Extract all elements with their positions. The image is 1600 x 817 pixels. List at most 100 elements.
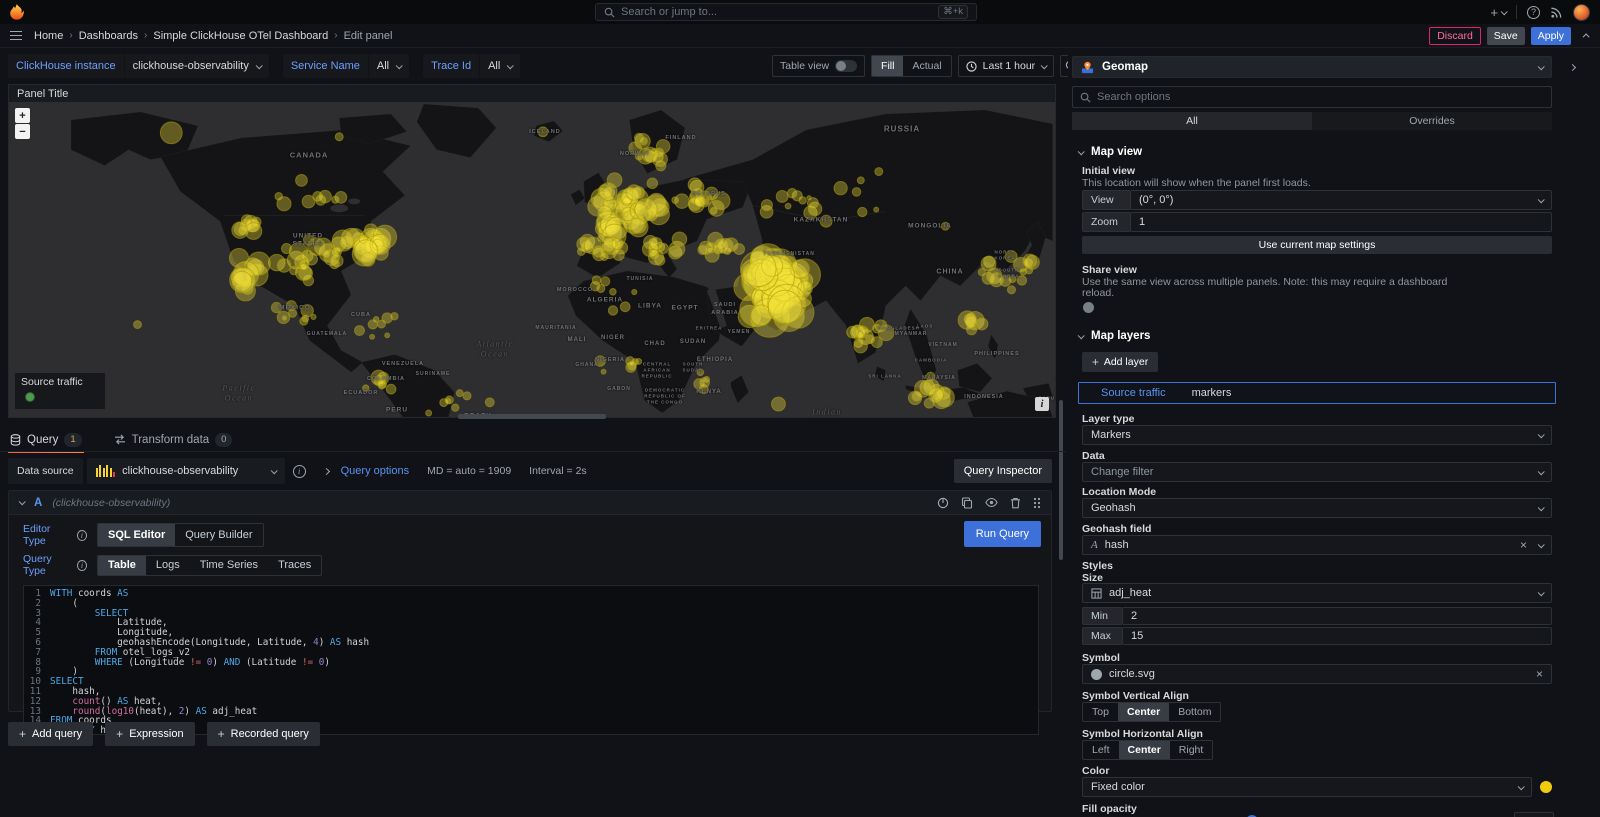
logs-option[interactable]: Logs (146, 556, 190, 575)
geohash-field-label: Geohash field (1082, 523, 1151, 535)
horizontal-scrollbar[interactable] (458, 414, 606, 419)
map-zoom-out-button[interactable]: − (15, 124, 30, 139)
visualization-name: Geomap (1102, 61, 1148, 73)
options-search-input[interactable]: Search options (1072, 86, 1552, 108)
geohash-field-select[interactable]: A hash × (1082, 535, 1552, 555)
sql-code-editor[interactable]: 1WITH coords AS2 (3 SELECT4 Latitude,5 L… (23, 585, 1039, 735)
menu-icon[interactable] (10, 31, 22, 41)
query-row-header[interactable]: A (clickhouse-observability) (9, 491, 1051, 515)
variable-label: Trace Id (423, 54, 479, 78)
collapse-pane-button[interactable] (1560, 56, 1584, 78)
query-options-toggle[interactable]: Query options (341, 465, 409, 477)
grafana-logo[interactable] (8, 3, 26, 21)
layer-item-source-traffic[interactable]: Source traffic markers (1078, 382, 1556, 404)
tab-transform-data[interactable]: Transform data 0 (112, 428, 235, 451)
add-layer-button[interactable]: +Add layer (1082, 352, 1158, 372)
center-option[interactable]: Center (1118, 703, 1169, 721)
help-icon[interactable]: ? (1527, 6, 1540, 19)
min-input[interactable]: 2 (1122, 607, 1552, 625)
map-attribution-button[interactable]: i (1035, 397, 1049, 411)
symbol-vertical-align-switch: Top Center Bottom (1082, 702, 1221, 722)
tab-all[interactable]: All (1072, 112, 1312, 130)
location-mode-select[interactable]: Geohash (1082, 498, 1552, 518)
news-icon[interactable] (1550, 6, 1563, 19)
location-mode-label: Location Mode (1082, 486, 1156, 498)
global-search-input[interactable]: Search or jump to... ⌘+k (595, 3, 977, 21)
tab-query[interactable]: Query 1 (8, 428, 84, 451)
center-option[interactable]: Center (1119, 741, 1170, 759)
info-icon[interactable]: i (77, 560, 87, 571)
collapse-query-icon[interactable] (19, 498, 26, 505)
visualization-picker[interactable]: Geomap (1072, 56, 1552, 78)
save-button[interactable]: Save (1487, 27, 1525, 45)
recorded-query-button[interactable]: +Recorded query (207, 722, 320, 746)
datasource-picker[interactable]: clickhouse-observability (87, 458, 285, 484)
layer-type-select[interactable]: Markers (1082, 425, 1552, 445)
tab-overrides[interactable]: Overrides (1312, 112, 1552, 130)
breadcrumb-home[interactable]: Home (34, 30, 63, 42)
panel-title[interactable]: Panel Title (9, 85, 1055, 102)
geomap-icon (1081, 61, 1094, 74)
variable-value-dropdown[interactable]: All (369, 54, 409, 78)
fill-option[interactable]: Fill (872, 56, 903, 76)
trash-icon[interactable] (1010, 497, 1021, 509)
max-input[interactable]: 15 (1122, 627, 1552, 645)
left-option[interactable]: Left (1083, 741, 1119, 759)
run-query-button[interactable]: Run Query (964, 521, 1041, 547)
apply-button[interactable]: Apply (1531, 27, 1571, 45)
size-field-select[interactable]: adj_heat (1082, 583, 1552, 603)
stats-icon[interactable] (937, 497, 949, 509)
color-select[interactable]: Fixed color (1082, 777, 1532, 797)
use-current-map-settings-button[interactable]: Use current map settings (1082, 236, 1552, 254)
copy-icon[interactable] (961, 497, 973, 509)
eye-icon[interactable] (985, 497, 998, 508)
clickhouse-icon (96, 465, 116, 477)
plus-icon: + (19, 729, 26, 739)
fill-opacity-value[interactable]: 0.4 (1514, 812, 1554, 817)
section-map-layers[interactable]: Map layers (1078, 330, 1150, 342)
expression-button[interactable]: +Expression (105, 722, 194, 746)
variable-value-dropdown[interactable]: All (480, 54, 520, 78)
query-inspector-button[interactable]: Query Inspector (954, 459, 1052, 483)
chevron-down-icon (1538, 63, 1545, 70)
info-icon[interactable]: i (77, 530, 87, 541)
clear-icon[interactable]: × (1520, 538, 1527, 552)
add-query-button[interactable]: +Add query (8, 722, 93, 746)
user-avatar[interactable] (1573, 4, 1590, 21)
layer-name: Source traffic (1101, 387, 1166, 399)
breadcrumb-dashboards[interactable]: Dashboards (79, 30, 138, 42)
actual-option[interactable]: Actual (903, 56, 950, 76)
chevron-down-icon (507, 62, 514, 69)
collapse-top-icon[interactable] (1583, 33, 1590, 40)
table-field-icon (1091, 588, 1102, 599)
new-menu-button[interactable]: + (1490, 5, 1506, 20)
time-range-picker[interactable]: Last 1 hour (958, 55, 1055, 77)
table-view-toggle[interactable] (835, 60, 857, 72)
vertical-scrollbar[interactable] (1059, 400, 1063, 560)
sql-editor-option[interactable]: SQL Editor (98, 524, 175, 546)
plus-icon: + (218, 729, 225, 739)
color-swatch[interactable] (1540, 781, 1552, 793)
breadcrumb-dashboard-name[interactable]: Simple ClickHouse OTel Dashboard (153, 30, 328, 42)
query-builder-option[interactable]: Query Builder (175, 524, 262, 546)
zoom-input[interactable]: 1 (1130, 212, 1552, 232)
map-zoom-controls: + − (15, 108, 30, 139)
view-select[interactable]: (0°, 0°) (1130, 190, 1552, 210)
traces-option[interactable]: Traces (268, 556, 321, 575)
variable-value-dropdown[interactable]: clickhouse-observability (125, 54, 269, 78)
datasource-help-icon[interactable]: i (293, 465, 306, 478)
symbol-select[interactable]: circle.svg × (1082, 664, 1552, 684)
map-zoom-in-button[interactable]: + (15, 108, 30, 123)
data-filter-select[interactable]: Change filter (1082, 462, 1552, 482)
time-series-option[interactable]: Time Series (190, 556, 268, 575)
variable-label: Service Name (283, 54, 368, 78)
section-map-view[interactable]: Map view (1078, 146, 1142, 158)
clear-icon[interactable]: × (1536, 667, 1543, 681)
bottom-option[interactable]: Bottom (1169, 703, 1220, 721)
right-option[interactable]: Right (1170, 741, 1213, 759)
top-option[interactable]: Top (1083, 703, 1118, 721)
discard-button[interactable]: Discard (1429, 27, 1481, 45)
table-option[interactable]: Table (98, 556, 146, 575)
drag-handle-icon[interactable] (1033, 497, 1041, 509)
world-map[interactable]: RUSSIACANADAUNITEDSTATESMEXICOCUBAGUATEM… (9, 102, 1055, 417)
